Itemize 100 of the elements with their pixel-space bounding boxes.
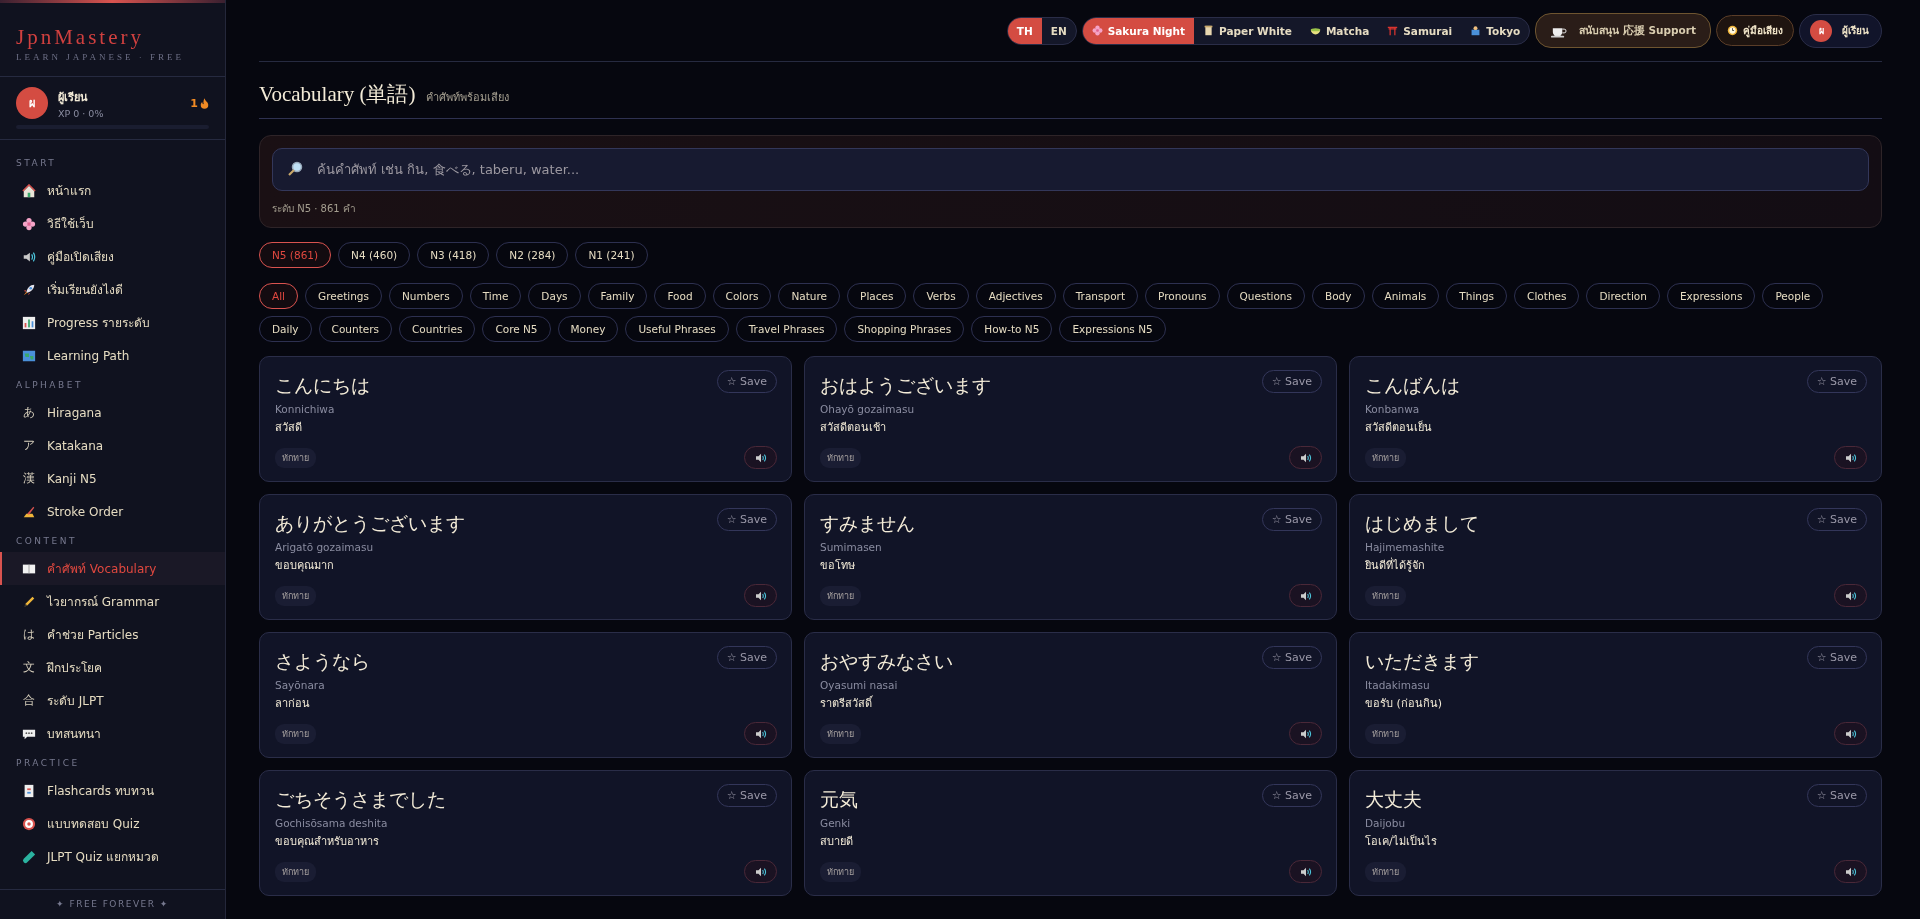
sidebar-item[interactable]: แบบทดสอบ Quiz [0, 807, 225, 840]
category-filter-chip[interactable]: Questions [1226, 283, 1305, 309]
play-audio-button[interactable] [1834, 722, 1867, 745]
level-filter-chip[interactable]: N3 (418) [417, 242, 490, 268]
sidebar-item[interactable]: หน้าแรก [0, 174, 225, 207]
category-filter-chip[interactable]: Numbers [389, 283, 463, 309]
level-filter-chip[interactable]: N4 (460) [338, 242, 411, 268]
japanese-word: こんにちは [275, 373, 370, 398]
category-filter-chip[interactable]: Nature [778, 283, 841, 309]
category-filter-chip[interactable]: Food [654, 283, 706, 309]
thai-meaning: ขอรับ (ก่อนกิน) [1365, 696, 1444, 712]
search-field[interactable]: ค้นคำศัพท์ เช่น กิน, 食べる, taberu, water... [272, 148, 1869, 191]
language-toggle[interactable]: TH [1007, 17, 1042, 44]
thai-meaning: สวัสดีตอนเย็น [1365, 419, 1433, 436]
category-filter-chip[interactable]: People [1762, 283, 1824, 309]
category-filter-chip[interactable]: Colors [712, 283, 772, 309]
sidebar-item[interactable]: ア Katakana [0, 429, 225, 462]
section-heading: CONTENT [15, 535, 78, 548]
category-filter-chip[interactable]: How-to N5 [971, 316, 1053, 342]
category-filter-chip[interactable]: Time [469, 283, 522, 309]
avatar: ผ [16, 87, 48, 119]
tagline: LEARN JAPANESE · FREE [16, 52, 185, 62]
play-audio-button[interactable] [1834, 584, 1867, 607]
category-filter-chip[interactable]: Daily [259, 316, 312, 342]
romaji-text: Gochisōsama deshita [275, 817, 389, 829]
sidebar-item[interactable]: วิธีใช้เว็บ [0, 207, 225, 240]
category-filter-chip[interactable]: Clothes [1514, 283, 1580, 309]
category-filter-chip[interactable]: Counters [318, 316, 392, 342]
category-filter-chip[interactable]: Pronouns [1145, 283, 1220, 309]
play-audio-button[interactable] [1834, 860, 1867, 883]
bowl-icon [1309, 25, 1321, 36]
category-filter-chip[interactable]: Family [587, 283, 648, 309]
support-button[interactable]: สนับสนุน 応援 Support [1535, 13, 1711, 48]
play-audio-button[interactable] [1834, 446, 1867, 469]
speaker-icon [1844, 728, 1857, 739]
sidebar-item[interactable]: เริ่มเรียนยังไงดี [0, 273, 225, 306]
category-filter-chip[interactable]: Animals [1371, 283, 1440, 309]
level-filter-chip[interactable]: N2 (284) [496, 242, 569, 268]
kana-glyph: 漢 [22, 470, 36, 487]
category-filter-chip[interactable]: Places [847, 283, 907, 309]
theme-option[interactable]: Samurai [1378, 17, 1462, 44]
theme-option[interactable]: Sakura Night [1082, 17, 1195, 44]
category-filter-chip[interactable]: All [259, 283, 299, 309]
play-audio-button[interactable] [744, 722, 777, 745]
sidebar-item[interactable]: 合 ระดับ JLPT [0, 684, 225, 717]
sidebar-item[interactable]: Stroke Order [0, 495, 225, 528]
avatar: ผ [1810, 19, 1832, 42]
play-audio-button[interactable] [1289, 860, 1322, 883]
category-filter-chip[interactable]: Countries [399, 316, 476, 342]
clock-icon [1727, 25, 1738, 36]
play-audio-button[interactable] [744, 584, 777, 607]
japanese-word: ありがとうございます [275, 511, 465, 536]
category-filter-chip[interactable]: Things [1446, 283, 1508, 309]
speaker-icon [1844, 866, 1857, 877]
level-filter-chip[interactable]: N1 (241) [575, 242, 648, 268]
sidebar-item[interactable]: Learning Path [0, 339, 225, 372]
category-filter-chip[interactable]: Money [557, 316, 619, 342]
category-filter-chip[interactable]: Expressions N5 [1059, 316, 1166, 342]
sidebar-item[interactable]: บทสนทนา [0, 717, 225, 750]
category-filter-chip[interactable]: Expressions [1666, 283, 1756, 309]
sidebar-item[interactable]: は คำช่วย Particles [0, 618, 225, 651]
sidebar-item[interactable]: คู่มือเปิดเสียง [0, 240, 225, 273]
sidebar-item[interactable]: 文 ฝึกประโยค [0, 651, 225, 684]
japanese-word: すみません [820, 511, 915, 536]
sidebar-item[interactable]: Flashcards ทบทวน [0, 774, 225, 807]
sound-guide-button[interactable]: คู่มือเสียง [1716, 15, 1794, 46]
sidebar-item[interactable]: 漢 Kanji N5 [0, 462, 225, 495]
theme-option[interactable]: Paper White [1194, 17, 1301, 44]
category-tag: ทักทาย [820, 861, 861, 882]
theme-option[interactable]: Tokyo [1461, 17, 1530, 44]
category-filter-chip[interactable]: Shopping Phrases [844, 316, 965, 342]
sidebar-item[interactable]: Progress รายระดับ [0, 306, 225, 339]
category-filter-chip[interactable]: Travel Phrases [735, 316, 838, 342]
category-filter-chip[interactable]: Transport [1062, 283, 1138, 309]
play-audio-button[interactable] [1289, 584, 1322, 607]
category-filter-chip[interactable]: Adjectives [975, 283, 1056, 309]
user-name: ผู้เรียน [58, 89, 89, 106]
category-tag: ทักทาย [1365, 447, 1406, 468]
category-filter-chip[interactable]: Direction [1586, 283, 1660, 309]
category-filter-chip[interactable]: Days [528, 283, 581, 309]
sidebar-item[interactable]: あ Hiragana [0, 396, 225, 429]
play-audio-button[interactable] [1289, 722, 1322, 745]
theme-option[interactable]: Matcha [1300, 17, 1379, 44]
test-tube-icon [22, 849, 36, 864]
category-filter-chip[interactable]: Core N5 [482, 316, 551, 342]
romaji-text: Sumimasen [820, 541, 883, 553]
level-filter-chip[interactable]: N5 (861) [259, 242, 332, 268]
category-filter-chip[interactable]: Verbs [913, 283, 969, 309]
sidebar-item[interactable]: คำศัพท์ Vocabulary [0, 552, 225, 585]
user-button[interactable]: ผ ผู้เรียน [1799, 13, 1882, 48]
play-audio-button[interactable] [744, 860, 777, 883]
play-audio-button[interactable] [744, 446, 777, 469]
category-filter-chip[interactable]: Greetings [305, 283, 382, 309]
category-filter-chip[interactable]: Body [1312, 283, 1365, 309]
category-filter-chip[interactable]: Useful Phrases [625, 316, 729, 342]
play-audio-button[interactable] [1289, 446, 1322, 469]
sidebar-item[interactable]: JLPT Quiz แยกหมวด [0, 840, 225, 873]
sidebar-item[interactable]: ไวยากรณ์ Grammar [0, 585, 225, 618]
language-toggle[interactable]: EN [1041, 17, 1076, 44]
logo: JpnMastery [16, 25, 145, 50]
